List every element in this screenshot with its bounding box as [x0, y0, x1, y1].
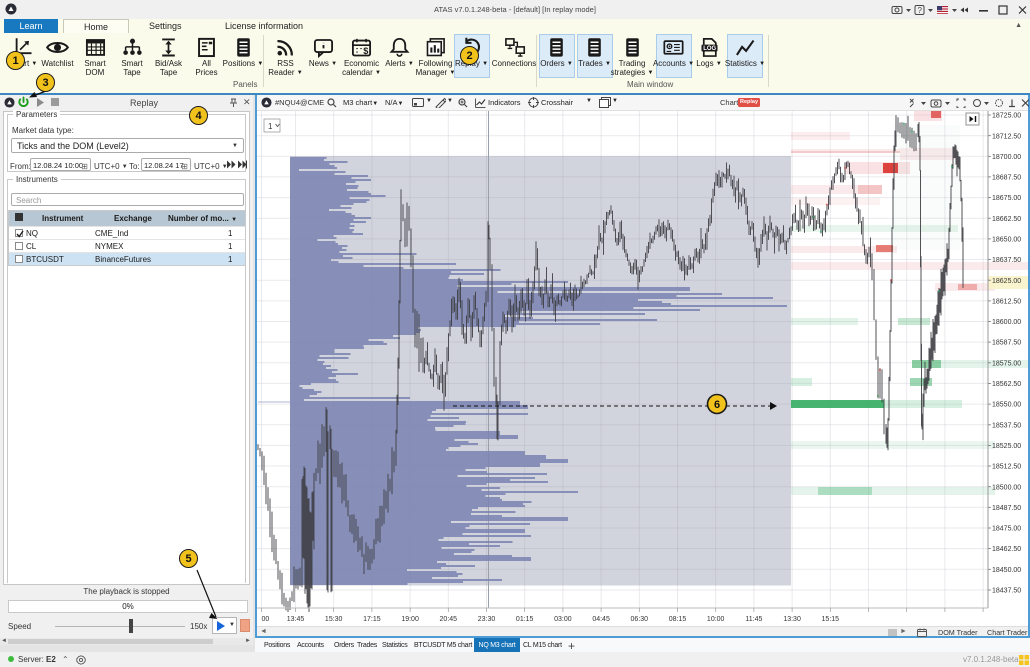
svg-text:18712.50: 18712.50 [992, 133, 1021, 140]
svg-text:18687.50: 18687.50 [992, 175, 1021, 182]
svg-text:08:15: 08:15 [669, 616, 687, 623]
svg-text:13:30: 13:30 [783, 616, 801, 623]
svg-text:19:00: 19:00 [401, 616, 419, 623]
svg-text:13:45: 13:45 [287, 616, 305, 623]
svg-text:01:15: 01:15 [516, 616, 534, 623]
svg-text:11:45: 11:45 [745, 616, 762, 623]
svg-text:?: ? [918, 6, 923, 15]
svg-text:18612.50: 18612.50 [992, 299, 1021, 306]
svg-text:15:15: 15:15 [822, 616, 840, 623]
svg-text:10:00: 10:00 [707, 616, 725, 623]
svg-text:$: $ [363, 46, 368, 56]
svg-text:18637.50: 18637.50 [992, 257, 1021, 264]
svg-text:00: 00 [262, 616, 270, 623]
svg-text:06:30: 06:30 [631, 616, 649, 623]
svg-text:18525.00: 18525.00 [992, 443, 1021, 450]
svg-text:17:15: 17:15 [363, 616, 381, 623]
svg-text:18600.00: 18600.00 [992, 319, 1021, 326]
svg-text:18512.50: 18512.50 [992, 464, 1021, 471]
svg-text:18575.00: 18575.00 [992, 360, 1021, 367]
svg-text:18650.00: 18650.00 [992, 237, 1021, 244]
svg-text:18625.00: 18625.00 [992, 278, 1021, 285]
svg-text:6: 6 [714, 399, 720, 411]
svg-text:18562.50: 18562.50 [992, 381, 1021, 388]
svg-text:18725.00: 18725.00 [992, 113, 1021, 120]
svg-text:18450.00: 18450.00 [992, 567, 1021, 574]
svg-text:18475.00: 18475.00 [992, 526, 1021, 533]
svg-text:18462.50: 18462.50 [992, 546, 1021, 553]
svg-text:18537.50: 18537.50 [992, 422, 1021, 429]
svg-text:20:45: 20:45 [440, 616, 458, 623]
svg-text:18700.00: 18700.00 [992, 154, 1021, 161]
svg-text:18550.00: 18550.00 [992, 402, 1021, 409]
svg-text:03:00: 03:00 [554, 616, 572, 623]
svg-text:LOG: LOG [703, 46, 716, 52]
svg-text:18487.50: 18487.50 [992, 505, 1021, 512]
svg-text:18587.50: 18587.50 [992, 340, 1021, 347]
svg-text:1: 1 [268, 122, 273, 131]
svg-text:18662.50: 18662.50 [992, 216, 1021, 223]
svg-text:04:45: 04:45 [592, 616, 610, 623]
svg-text:18675.00: 18675.00 [992, 195, 1021, 202]
svg-text:15:30: 15:30 [325, 616, 343, 623]
svg-text:23:30: 23:30 [478, 616, 496, 623]
svg-text:18500.00: 18500.00 [992, 484, 1021, 491]
svg-text:18437.50: 18437.50 [992, 588, 1021, 595]
